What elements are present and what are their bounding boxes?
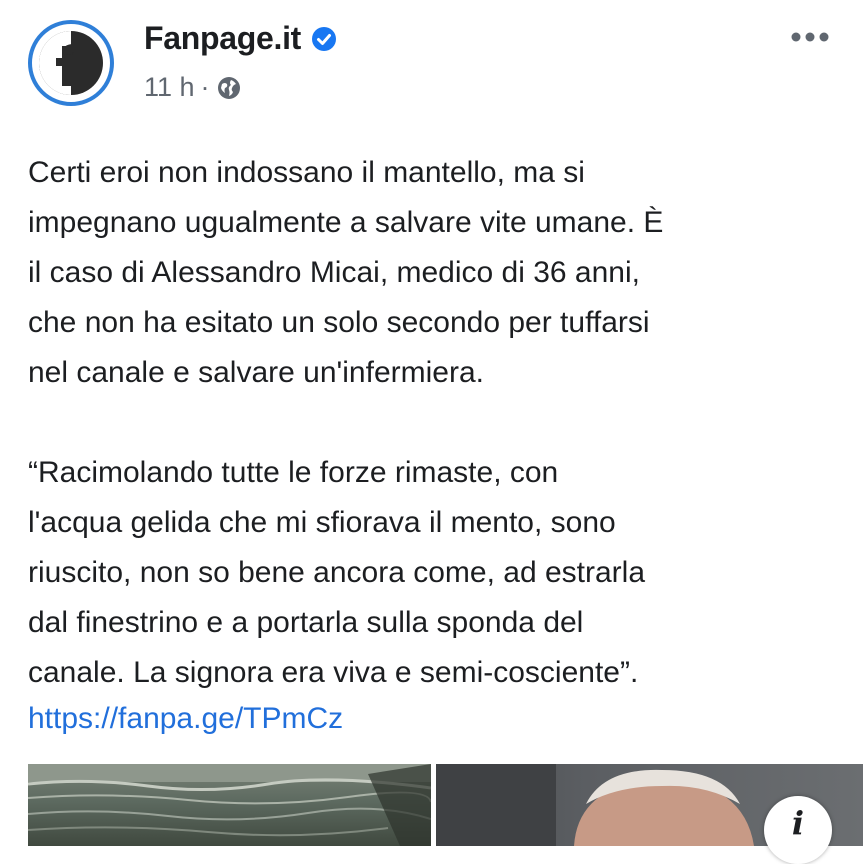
post-body: Certi eroi non indossano il mantello, ma… — [28, 148, 848, 698]
post-time[interactable]: 11 h — [144, 72, 195, 103]
page-name-link[interactable]: Fanpage.it — [144, 20, 337, 57]
page-avatar[interactable] — [28, 20, 114, 106]
post-header: Fanpage.it 11 h · — [0, 0, 863, 130]
info-button[interactable]: i — [764, 796, 832, 864]
fanpage-logo-icon — [39, 31, 103, 95]
water-photo-texture — [28, 764, 431, 846]
more-options-button[interactable] — [785, 22, 835, 52]
globe-icon — [217, 76, 240, 99]
page-name-text: Fanpage.it — [144, 20, 302, 56]
post-media[interactable] — [0, 764, 863, 846]
post-paragraph-1: Certi eroi non indossano il mantello, ma… — [28, 156, 664, 389]
post-paragraph-2: “Racimolando tutte le forze rimaste, con… — [28, 456, 646, 689]
post-meta: 11 h · — [144, 72, 242, 103]
info-icon: i — [791, 804, 805, 842]
verified-badge-icon — [312, 26, 337, 51]
more-horizontal-icon — [791, 32, 829, 42]
post-link[interactable]: https://fanpa.ge/TPmCz — [28, 694, 343, 744]
media-photo-water[interactable] — [28, 764, 431, 846]
meta-separator: · — [200, 72, 210, 102]
